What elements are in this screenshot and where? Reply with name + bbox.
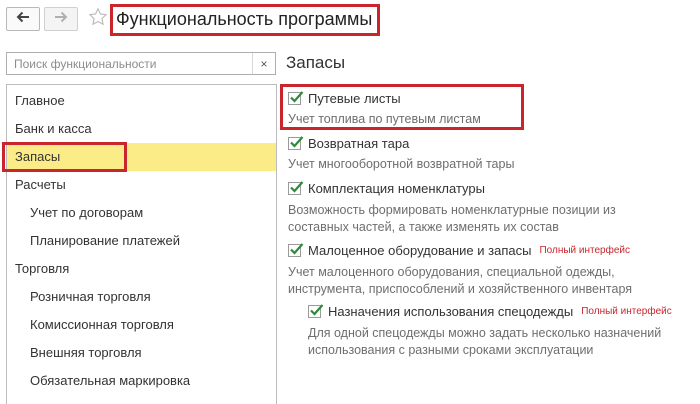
arrow-left-icon — [16, 10, 30, 28]
option-description: Учет многооборотной возвратной тары — [288, 157, 515, 171]
option-label: Возвратная тара — [308, 136, 410, 151]
malotsennoe-checkbox[interactable] — [288, 243, 304, 257]
option-vozvratnaya-tara[interactable]: Возвратная тара — [288, 136, 409, 151]
option-malotsennoe-oborudovanie[interactable]: Малоценное оборудование и запасы Полный … — [288, 243, 630, 258]
sidebar-item-obyazatelnaya-markirovka[interactable]: Обязательная маркировка — [7, 367, 276, 395]
sidebar-item-planirovanie-platezhey[interactable]: Планирование платежей — [7, 227, 276, 255]
sidebar-item-raschety[interactable]: Расчеты — [7, 171, 276, 199]
option-description-line-1: Для одной спецодежды можно задать нескол… — [308, 326, 662, 340]
option-description-line-1: Учет малоценного оборудования, специальн… — [288, 265, 615, 279]
option-label: Назначения использования спецодежды — [328, 304, 574, 319]
sidebar: Главное Банк и касса Запасы Расчеты Учет… — [6, 84, 277, 404]
section-title: Запасы — [286, 53, 346, 72]
sidebar-item-komissionnaya-torgovlya[interactable]: Комиссионная торговля — [7, 311, 276, 339]
checkmark-icon — [310, 304, 324, 316]
checkmark-icon — [290, 91, 304, 103]
search-input[interactable] — [7, 53, 255, 74]
checkmark-icon — [290, 136, 304, 148]
checkmark-icon — [290, 243, 304, 255]
option-putevye-listy[interactable]: Путевые листы — [288, 91, 401, 106]
favorite-star-icon[interactable] — [88, 7, 108, 27]
option-label: Комплектация номенклатуры — [308, 181, 485, 196]
sidebar-item-roznichnaya-torgovlya[interactable]: Розничная торговля — [7, 283, 276, 311]
search-box: × — [6, 52, 276, 75]
option-label: Малоценное оборудование и запасы — [308, 243, 532, 258]
forward-button[interactable] — [44, 7, 78, 31]
option-naznacheniya-spetsodezhdy[interactable]: Назначения использования спецодежды Полн… — [308, 304, 672, 319]
arrow-right-icon — [54, 10, 68, 28]
komplektatsiya-checkbox[interactable] — [288, 181, 304, 195]
option-komplektatsiya-nomenklatury[interactable]: Комплектация номенклатуры — [288, 181, 485, 196]
sidebar-item-glavnoe[interactable]: Главное — [7, 87, 276, 115]
option-label: Путевые листы — [308, 91, 401, 106]
naznacheniya-checkbox[interactable] — [308, 304, 324, 318]
sidebar-item-bank-i-kassa[interactable]: Банк и касса — [7, 115, 276, 143]
option-description-line-1: Возможность формировать номенклатурные п… — [288, 203, 616, 217]
checkmark-icon — [290, 181, 304, 193]
sidebar-item-torgovlya[interactable]: Торговля — [7, 255, 276, 283]
sidebar-item-uchet-po-dogovoram[interactable]: Учет по договорам — [7, 199, 276, 227]
vozvratnaya-tara-checkbox[interactable] — [288, 136, 304, 150]
page-title: Функциональность программы — [116, 9, 373, 29]
full-interface-badge: Полный интерфейс — [539, 245, 630, 256]
zapasy-highlight-frame — [2, 142, 127, 172]
option-description: Учет топлива по путевым листам — [288, 112, 481, 126]
clear-search-button[interactable]: × — [252, 53, 275, 74]
option-description-line-2: составных частей, а также изменять их со… — [288, 220, 559, 234]
option-description-line-2: использования с разными сроками эксплуат… — [308, 343, 594, 357]
close-icon: × — [260, 56, 268, 71]
option-description-line-2: инструмента, приспособлений и хозяйствен… — [288, 282, 633, 296]
putevye-listy-checkbox[interactable] — [288, 91, 304, 105]
sidebar-item-vneshnyaya-torgovlya[interactable]: Внешняя торговля — [7, 339, 276, 367]
full-interface-badge: Полный интерфейс — [581, 306, 672, 317]
back-button[interactable] — [6, 7, 40, 31]
